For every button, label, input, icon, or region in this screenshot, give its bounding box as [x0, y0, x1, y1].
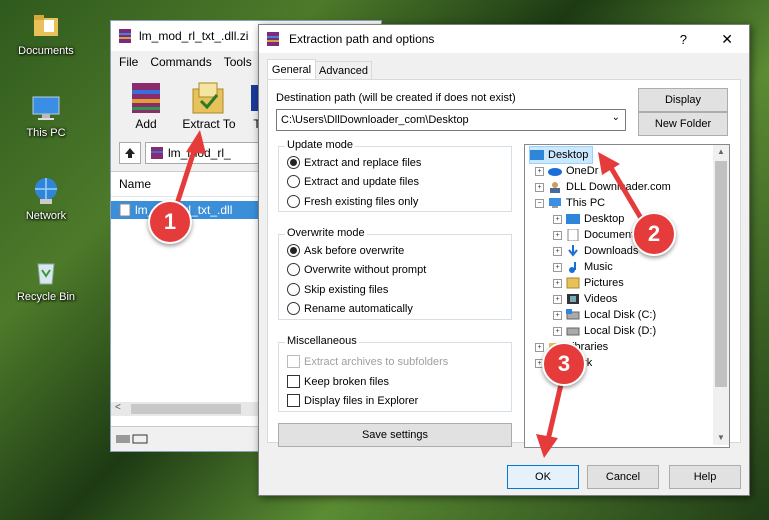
arrow-1-head	[186, 130, 206, 154]
step-badge-2: 2	[632, 212, 676, 256]
arrow-3-head	[536, 434, 558, 458]
arrow-1-line	[172, 142, 199, 213]
annotation-arrows	[172, 130, 648, 458]
arrow-2-head	[598, 152, 620, 175]
step-badge-3: 3	[542, 342, 586, 386]
arrow-3-line	[545, 377, 565, 443]
step-badge-1: 1	[148, 200, 192, 244]
